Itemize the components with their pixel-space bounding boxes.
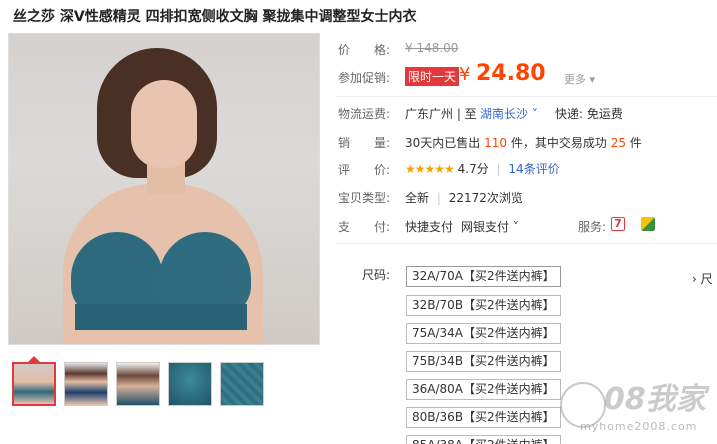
shipping-label: 物流运费: — [338, 107, 391, 121]
sales-prefix: 30天内已售出 — [405, 136, 481, 150]
current-price: 24.80 — [476, 61, 546, 86]
watermark-text: 08我家 — [604, 382, 706, 417]
more-attributes-link[interactable]: › 尺 — [692, 270, 713, 287]
watermark-url: myhome2008.com — [580, 420, 698, 433]
sales-text: 30天内已售出 110 件，其中交易成功 25 件 — [405, 134, 642, 151]
limited-time-badge: 限时一天 — [405, 67, 460, 86]
payment-quick: 快捷支付 — [405, 220, 454, 234]
size-option[interactable]: 36A/80A【买2件送内裤】 — [406, 379, 561, 400]
original-price: ¥ 148.00 — [405, 41, 459, 55]
thumbnail-4[interactable] — [168, 362, 212, 406]
size-option[interactable]: 32B/70B【买2件送内裤】 — [406, 295, 561, 316]
payment-bank-select[interactable]: 网银支付 ˅ — [461, 218, 519, 235]
rating-separator: | — [496, 162, 501, 176]
sales-label: 销 量: — [338, 136, 391, 150]
site-watermark: 08我家 myhome2008.com — [560, 372, 717, 444]
view-count: 22172次浏览 — [448, 191, 523, 205]
price-label: 价 格: — [338, 43, 391, 57]
main-product-image[interactable] — [8, 33, 320, 345]
item-type-label: 宝贝类型: — [338, 191, 391, 205]
rating-row: ★★★★★ 4.7分 | 14条评价 — [405, 160, 560, 177]
thumbnail-strip — [12, 362, 264, 406]
thumbnail-2[interactable] — [64, 362, 108, 406]
size-option[interactable]: 75A/34A【买2件送内裤】 — [406, 323, 561, 344]
size-option[interactable]: 32A/70A【买2件送内裤】 — [406, 266, 561, 287]
rating-stars-icon: ★★★★★ — [405, 162, 455, 176]
sales-mid: 件，其中交易成功 — [510, 136, 607, 150]
item-type-separator: | — [436, 191, 441, 205]
currency-symbol: ¥ — [459, 64, 471, 85]
sales-count: 110 — [484, 136, 508, 150]
size-option[interactable]: 85A/38A【买2件送内裤】 — [406, 435, 561, 444]
payment-divider — [336, 243, 717, 244]
item-condition: 全新 — [405, 191, 430, 205]
thumbnail-3[interactable] — [116, 362, 160, 406]
size-label: 尺码: — [362, 268, 391, 282]
rating-label: 评 价: — [338, 163, 391, 177]
shipping-from: 广东广州 | 至 — [405, 107, 477, 121]
promo-label: 参加促销: — [338, 71, 391, 85]
size-option[interactable]: 75B/34B【买2件送内裤】 — [406, 351, 561, 372]
seven-day-return-icon[interactable]: 7 — [611, 217, 625, 231]
thumbnail-5[interactable] — [220, 362, 264, 406]
sales-success-count: 25 — [610, 136, 626, 150]
service-label: 服务: — [578, 220, 607, 234]
payment-label: 支 付: — [338, 220, 391, 234]
size-option[interactable]: 80B/36B【买2件送内裤】 — [406, 407, 561, 428]
image-bra-band — [75, 304, 247, 330]
guarantee-service-icon[interactable] — [641, 217, 655, 231]
thumbnail-1[interactable] — [12, 362, 56, 406]
shipping-fee: 快递: 免运费 — [555, 107, 623, 121]
item-type-row: 全新 | 22172次浏览 — [405, 189, 523, 206]
price-divider — [336, 96, 717, 97]
shipping-destination-select[interactable]: 湖南长沙 ˅ — [480, 105, 538, 122]
image-model-face — [131, 80, 197, 168]
reviews-link[interactable]: 14条评价 — [508, 162, 559, 176]
sales-suffix: 件 — [629, 136, 642, 150]
product-title: 丝之莎 深V性感精灵 四排扣宽侧收文胸 聚拢集中调整型女士内衣 — [13, 9, 417, 25]
more-promotions-link[interactable]: 更多 ▾ — [564, 71, 595, 87]
rating-score: 4.7分 — [457, 162, 489, 176]
